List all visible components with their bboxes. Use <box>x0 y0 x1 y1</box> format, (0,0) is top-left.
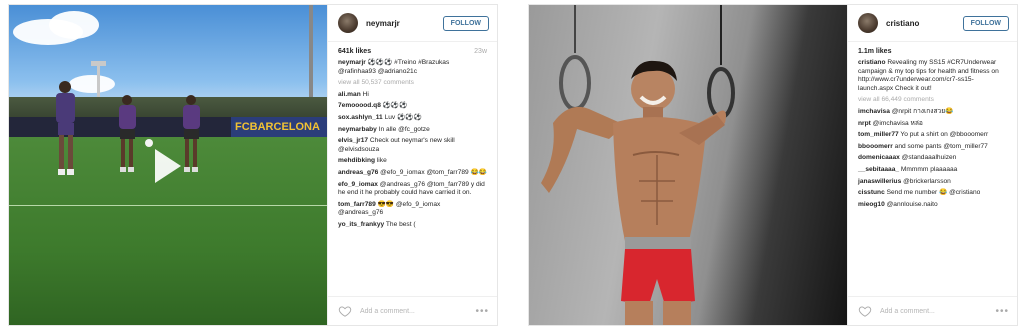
comment-item: mieog10 @annlouise.naito <box>858 201 1007 210</box>
avatar[interactable] <box>338 13 358 33</box>
comment-text: Send me number 😂 @cristiano <box>886 189 981 197</box>
soccer-ball <box>145 139 153 147</box>
stadium-banner: FCBARCELONA <box>231 117 327 137</box>
comment-text: @imchavisa หล่อ <box>872 119 923 127</box>
comment-item: tom_miller77 Yo put a shirt on @bbooomer… <box>858 131 1007 140</box>
more-options-icon[interactable]: ••• <box>995 306 1009 317</box>
comment-user[interactable]: __sebitaaaa_ <box>858 166 899 173</box>
model-photo <box>541 5 735 325</box>
comment-text: ⚽⚽⚽ <box>382 102 408 110</box>
comment-item: 7emooood.q8 ⚽⚽⚽ <box>338 102 487 111</box>
comment-user[interactable]: cisstunc <box>858 189 885 196</box>
post-header: cristiano FOLLOW <box>848 5 1017 42</box>
post-sidebar: neymarjr FOLLOW 641k likes 23w neymarjr … <box>327 5 497 325</box>
post-footer: Add a comment... ••• <box>328 296 497 325</box>
cloud <box>49 11 99 39</box>
comment-user[interactable]: neymarjr <box>338 59 366 66</box>
comment-text: like <box>376 157 387 165</box>
comment-text: and some pants @tom_miller77 <box>894 142 988 150</box>
comment-item: mehdibking like <box>338 157 487 166</box>
player <box>119 95 136 172</box>
comment-text: @efo_9_iomax @tom_farr789 😂😂 <box>380 168 487 176</box>
more-options-icon[interactable]: ••• <box>475 306 489 317</box>
comment-user[interactable]: nrpt <box>858 120 871 127</box>
comment-user[interactable]: elvis_jr17 <box>338 137 368 144</box>
caption: cristiano Revealing my SS15 #CR7Underwea… <box>858 59 1007 93</box>
post-sidebar: cristiano FOLLOW 1.1m likes cristiano Re… <box>847 5 1017 325</box>
comment-user[interactable]: imchavisa <box>858 108 890 115</box>
comment-user[interactable]: cristiano <box>858 59 885 66</box>
comment-user[interactable]: 7emooood.q8 <box>338 102 381 109</box>
likes-count[interactable]: 1.1m likes <box>858 48 891 55</box>
comment-item: sox.ashlyn_11 Luv ⚽⚽⚽ <box>338 114 487 123</box>
comment-item: __sebitaaaa_ Mmmmm plaaaaaa <box>858 166 1007 175</box>
player <box>56 81 75 175</box>
comment-user[interactable]: tom_farr789 <box>338 201 376 208</box>
comment-user[interactable]: domenicaaax <box>858 154 900 161</box>
username[interactable]: cristiano <box>886 19 963 28</box>
comment-item: bbooomerr and some pants @tom_miller77 <box>858 143 1007 152</box>
comment-item: efo_9_iomax @andreas_g76 @tom_farr789 y … <box>338 181 487 198</box>
comments-list: cristiano Revealing my SS15 #CR7Underwea… <box>848 57 1017 296</box>
comment-item: andreas_g76 @efo_9_iomax @tom_farr789 😂😂 <box>338 169 487 178</box>
comment-text: @annlouise.naito <box>886 200 938 208</box>
play-icon[interactable] <box>155 149 181 183</box>
username[interactable]: neymarjr <box>366 19 443 28</box>
comment-item: cisstunc Send me number 😂 @cristiano <box>858 189 1007 198</box>
comment-text: Yo put a shirt on @bbooomerr <box>900 131 989 139</box>
comment-user[interactable]: efo_9_iomax <box>338 181 378 188</box>
comment-text: Mmmmm plaaaaaa <box>900 165 958 173</box>
comment-text: @nrpit กางเกงสวย😂 <box>891 107 954 115</box>
comment-user[interactable]: neymarbaby <box>338 126 377 133</box>
comment-item: tom_farr789 😎😎 @efo_9_iomax @andreas_g76 <box>338 201 487 218</box>
comment-user[interactable]: mehdibking <box>338 157 375 164</box>
post-video[interactable]: FCBARCELONA <box>9 5 327 325</box>
comment-text: Luv ⚽⚽⚽ <box>384 113 422 121</box>
comment-user[interactable]: yo_its_frankyy <box>338 221 384 228</box>
instagram-post-neymarjr: FCBARCELONA neymarjr FOLLOW 641k likes 2… <box>8 4 498 326</box>
post-photo[interactable] <box>529 5 847 325</box>
comment-item: domenicaaax @standaaalhuizen <box>858 154 1007 163</box>
post-footer: Add a comment... ••• <box>848 296 1017 325</box>
comments-list: neymarjr ⚽⚽⚽ #Treino #Brazukas @rafinhaa… <box>328 57 497 296</box>
comment-item: ali.man Hi <box>338 91 487 100</box>
post-meta: 641k likes 23w <box>328 42 497 57</box>
post-header: neymarjr FOLLOW <box>328 5 497 42</box>
comment-text: @standaaalhuizen <box>901 154 957 162</box>
view-all-comments-link[interactable]: view all 66,449 comments <box>858 96 1007 105</box>
comment-user[interactable]: mieog10 <box>858 201 885 208</box>
comment-user[interactable]: sox.ashlyn_11 <box>338 114 383 121</box>
avatar[interactable] <box>858 13 878 33</box>
comment-item: imchavisa @nrpit กางเกงสวย😂 <box>858 108 1007 117</box>
heart-icon[interactable] <box>338 304 352 318</box>
comment-item: yo_its_frankyy The best ( <box>338 221 487 230</box>
pitch-line <box>9 205 327 206</box>
comment-user[interactable]: andreas_g76 <box>338 169 378 176</box>
add-comment-input[interactable]: Add a comment... <box>880 308 995 315</box>
post-meta: 1.1m likes <box>848 42 1017 57</box>
heart-icon[interactable] <box>858 304 872 318</box>
view-all-comments-link[interactable]: view all 50,537 comments <box>338 79 487 88</box>
comment-text: In alle @fc_gotze <box>378 125 430 133</box>
comment-item: janaswillerius @brickerlarsson <box>858 178 1007 187</box>
instagram-post-cristiano: cristiano FOLLOW 1.1m likes cristiano Re… <box>528 4 1018 326</box>
comment-text: Hi <box>362 90 369 98</box>
comment-user[interactable]: janaswillerius <box>858 178 901 185</box>
comment-text: @brickerlarsson <box>903 177 951 185</box>
comment-user[interactable]: bbooomerr <box>858 143 893 150</box>
follow-button[interactable]: FOLLOW <box>962 15 1009 31</box>
comment-text: The best ( <box>385 220 416 228</box>
caption: neymarjr ⚽⚽⚽ #Treino #Brazukas @rafinhaa… <box>338 59 487 76</box>
add-comment-input[interactable]: Add a comment... <box>360 308 475 315</box>
likes-count[interactable]: 641k likes <box>338 48 371 55</box>
post-age: 23w <box>474 48 487 55</box>
comment-user[interactable]: tom_miller77 <box>858 131 899 138</box>
comment-item: elvis_jr17 Check out neymar's new skill … <box>338 137 487 154</box>
follow-button[interactable]: FOLLOW <box>442 15 489 31</box>
comment-item: neymarbaby In alle @fc_gotze <box>338 126 487 135</box>
light-pole-head <box>91 61 106 66</box>
comment-item: nrpt @imchavisa หล่อ <box>858 120 1007 129</box>
comment-user[interactable]: ali.man <box>338 91 361 98</box>
